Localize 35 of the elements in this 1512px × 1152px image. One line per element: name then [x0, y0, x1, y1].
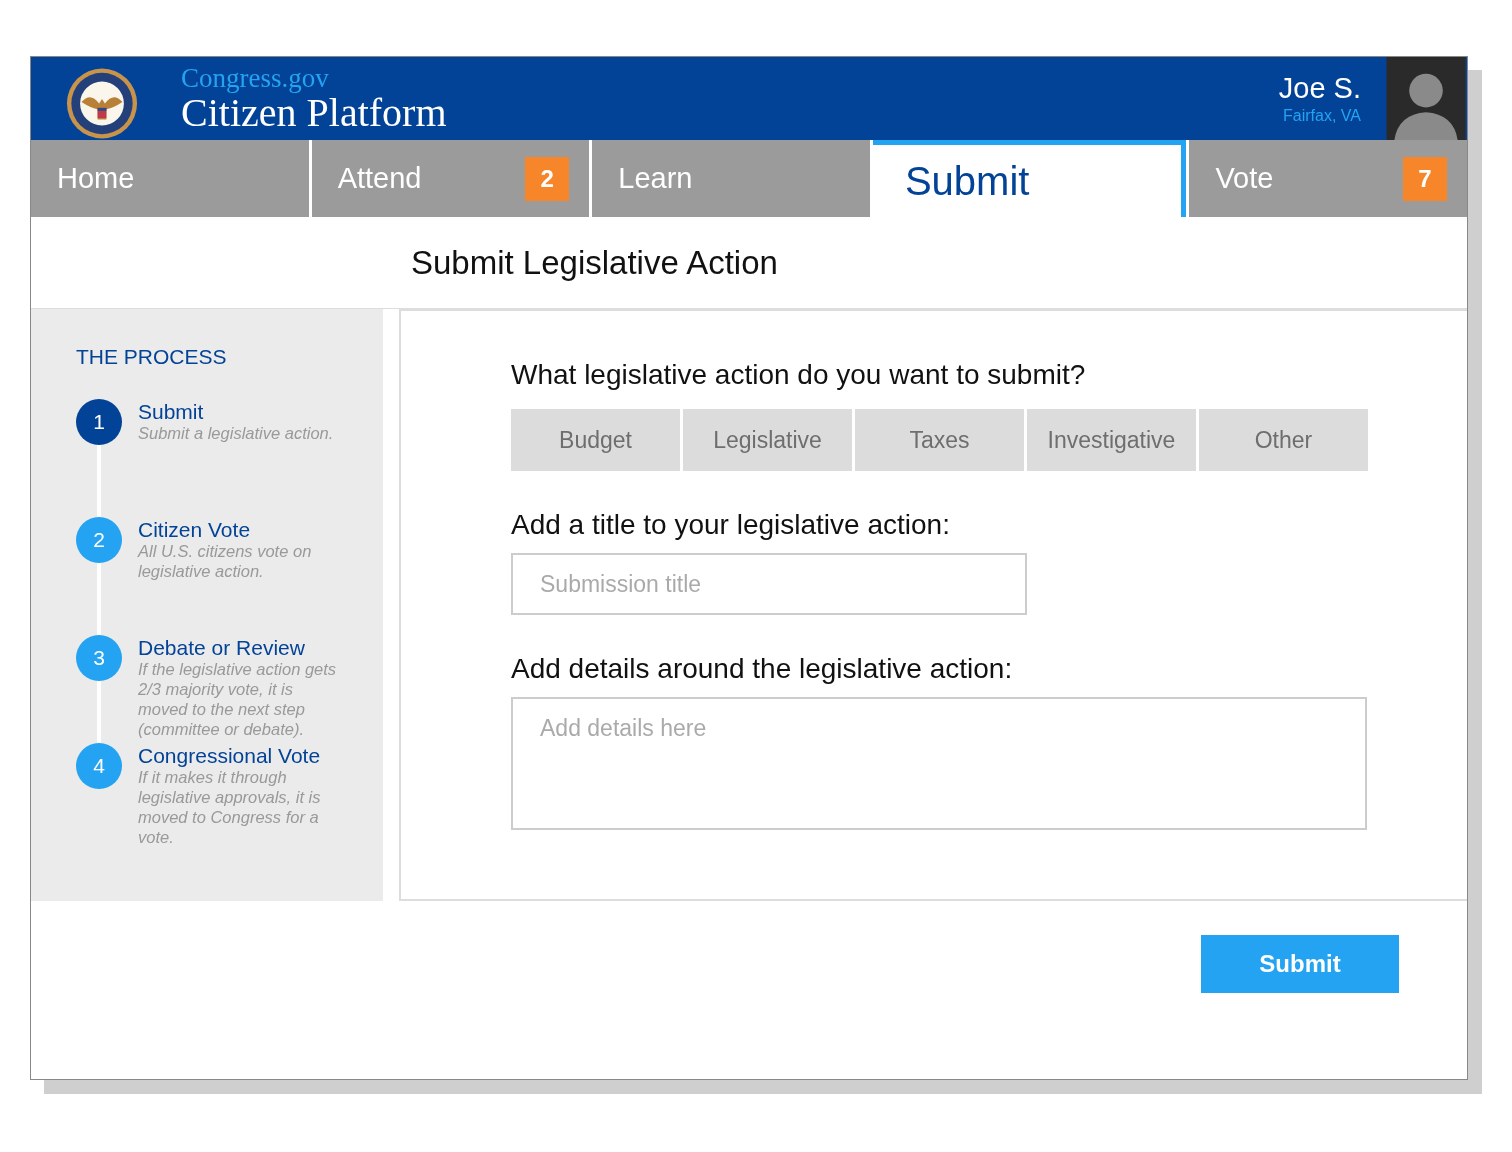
- step-description: Submit a legislative action.: [138, 423, 335, 444]
- step-number: 4: [76, 743, 122, 789]
- title-label: Add a title to your legislative action:: [511, 509, 951, 541]
- action-type-button[interactable]: Investigative: [1027, 409, 1196, 471]
- user-location: Fairfax, VA: [1283, 105, 1361, 126]
- action-type-button[interactable]: Legislative: [683, 409, 852, 471]
- nav-tab[interactable]: Submit: [872, 140, 1187, 217]
- action-type-button[interactable]: Budget: [511, 409, 680, 471]
- submit-button[interactable]: Submit: [1201, 935, 1399, 993]
- count-badge: 2: [525, 156, 570, 201]
- step-description: All U.S. citizens vote on legislative action.: [138, 541, 313, 582]
- step-description: If it makes it through legislative approvals, it is moved to Congress for a vote.: [138, 767, 322, 848]
- user-name: Joe S.: [1278, 70, 1361, 105]
- nav-tab[interactable]: Vote 7: [1189, 140, 1467, 217]
- step-title: Submit: [138, 401, 205, 423]
- step-title: Debate or Review: [138, 637, 306, 659]
- step-description: If the legislative action gets 2/3 majority vote, it is moved to the next step (committee or debate).: [138, 659, 338, 740]
- details-text-area[interactable]: Add details here: [511, 697, 1367, 830]
- action-type-button[interactable]: Other: [1199, 409, 1368, 471]
- page-heading: Submit Legislative Action: [411, 243, 778, 282]
- nav-tab[interactable]: Attend 2: [311, 140, 590, 217]
- count-badge: 7: [1403, 156, 1447, 201]
- step-number: 3: [76, 635, 122, 681]
- site-name: Congress.gov: [181, 63, 330, 92]
- step-number: 1: [76, 399, 122, 445]
- question-label: What legislative action do you want to submit?: [511, 359, 1087, 391]
- nav-tab[interactable]: Learn: [592, 140, 870, 217]
- step-title: Congressional Vote: [138, 745, 322, 767]
- step-number: 2: [76, 517, 122, 563]
- nav-tab[interactable]: Home: [31, 140, 309, 217]
- action-type-button[interactable]: Taxes: [855, 409, 1024, 471]
- process-heading: THE PROCESS: [76, 345, 228, 369]
- step-title: Citizen Vote: [138, 519, 252, 541]
- title-input-field[interactable]: Submission title: [511, 553, 1027, 615]
- details-label: Add details around the legislative action:: [511, 653, 1014, 685]
